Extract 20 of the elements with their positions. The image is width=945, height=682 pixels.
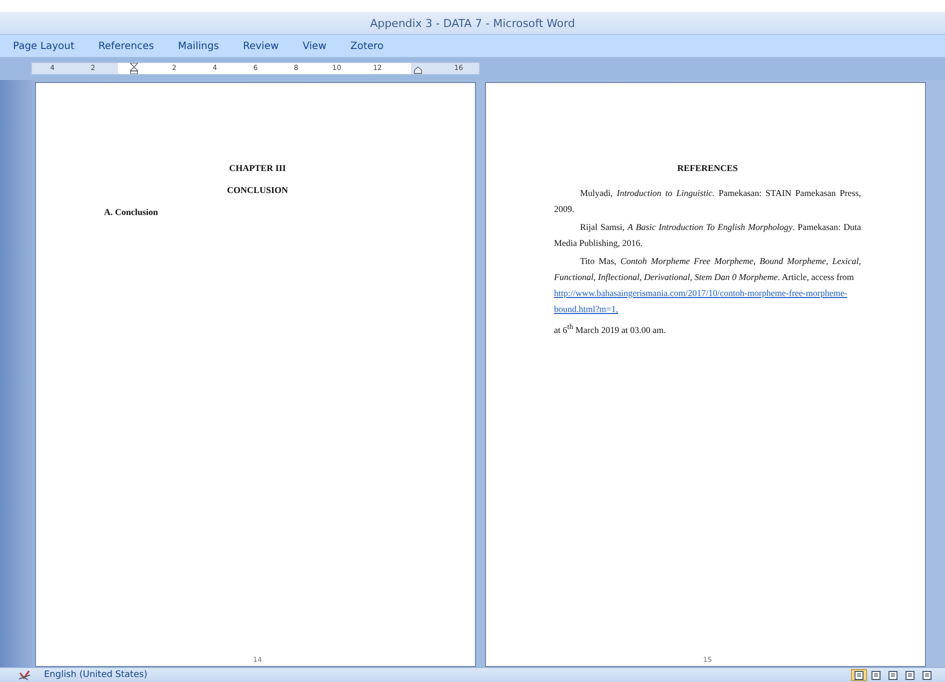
ribbon-tab[interactable]: Mailings: [178, 38, 219, 54]
reference-entry: Mulyadi, Introduction to Linguistic. Pamekasan: STAIN Pamekasan Press, 2009.: [554, 187, 861, 216]
ribbon-tab[interactable]: Review: [242, 38, 279, 54]
ribbon-tab[interactable]: View: [302, 38, 326, 54]
view-button[interactable]: [851, 669, 867, 681]
reference-entry: Tito Mas, Contoh Morpheme Free Morpheme, Bound Morpheme, Lexical, Functional, Inflectional, Derivational, Stem Dan 0 Morpheme. Article, access from http://www.bahasaingerismania.com/2017/10/contoh-morpheme-free-morpheme-bound.html?m=1,: [554, 253, 861, 317]
reference-date: at 6$^{th}$ March 2019 at 03.00 am.: [554, 321, 667, 337]
ribbon-tab[interactable]: Zotero: [350, 38, 384, 54]
ribbon-tab[interactable]: Page Layout: [13, 38, 74, 54]
window-title: Appendix 3 - DATA 7 - Microsoft Word: [370, 16, 575, 30]
subheading: A. Conclusion: [104, 207, 160, 217]
language-indicator[interactable]: English (United States): [44, 670, 148, 680]
spelling-check-icon[interactable]: [18, 670, 32, 680]
reference-link[interactable]: http://www.bahasaingerismania.com/2017/10/contoh-morpheme-free-morpheme-bound.html?m=1,: [554, 285, 861, 317]
ribbon-tab[interactable]: References: [98, 38, 154, 54]
heading: CHAPTER III: [228, 163, 287, 173]
heading: CONCLUSION: [226, 185, 289, 195]
reference-entry: Rijal Samsi, A Basic Introduction To English Morphology. Pamekasan: Duta Media Publishing, 2016.: [554, 221, 861, 250]
indent-marker-icon[interactable]: [130, 63, 138, 74]
heading: REFERENCES: [676, 163, 739, 173]
